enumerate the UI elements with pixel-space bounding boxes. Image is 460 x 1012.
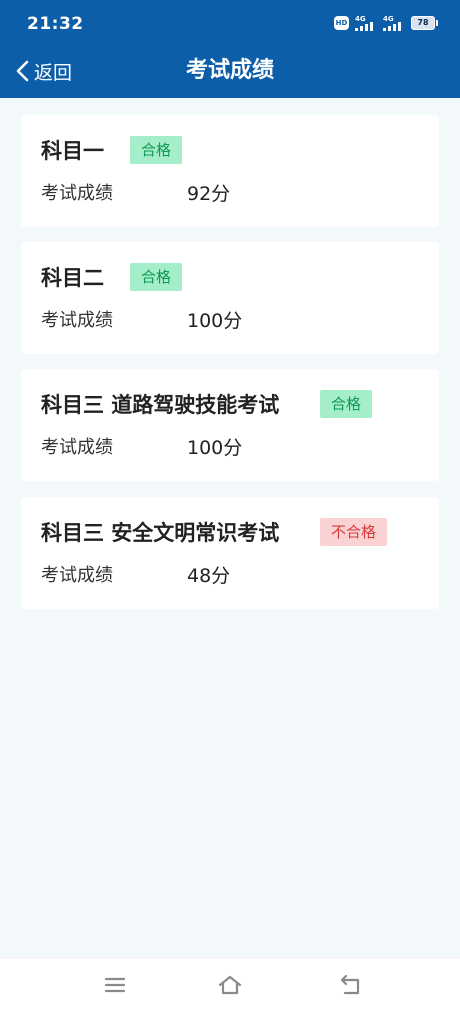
score-label: 考试成绩 [41, 437, 113, 458]
home-icon[interactable] [217, 972, 243, 998]
score-label: 考试成绩 [41, 310, 113, 331]
hd-icon: HD [334, 16, 349, 30]
status-badge: 合格 [320, 390, 373, 418]
battery-icon: 78 [411, 16, 438, 30]
status-icons: HD 4G 4G 78 [334, 15, 438, 31]
app-header: 21:32 HD 4G 4G 78 返回 考试成绩 [0, 0, 460, 98]
result-card-subject-2: 科目二 合格 考试成绩 100分 [21, 242, 439, 354]
status-badge: 合格 [130, 263, 183, 291]
status-badge: 不合格 [320, 518, 388, 546]
subject-title: 科目三 安全文明常识考试 [41, 521, 280, 545]
subject-title: 科目三 道路驾驶技能考试 [41, 393, 280, 417]
score-value: 92分 [187, 183, 231, 205]
status-badge: 合格 [130, 136, 183, 164]
signal-icon: 4G [383, 15, 405, 31]
system-nav-bar [0, 957, 460, 1012]
score-label: 考试成绩 [41, 565, 113, 586]
status-time: 21:32 [27, 14, 84, 34]
result-card-subject-3-driving: 科目三 道路驾驶技能考试 合格 考试成绩 100分 [21, 369, 439, 481]
subject-title: 科目一 [41, 139, 104, 163]
score-value: 48分 [187, 565, 231, 587]
score-label: 考试成绩 [41, 183, 113, 204]
signal-icon: 4G [355, 15, 377, 31]
score-value: 100分 [187, 310, 243, 332]
page-title: 考试成绩 [185, 58, 274, 83]
result-card-subject-1: 科目一 合格 考试成绩 92分 [21, 115, 439, 227]
back-nav-icon[interactable] [338, 972, 364, 998]
menu-icon[interactable] [102, 972, 128, 998]
status-bar: 21:32 HD 4G 4G 78 [0, 0, 460, 46]
result-card-subject-3-safety: 科目三 安全文明常识考试 不合格 考试成绩 48分 [21, 497, 439, 609]
subject-title: 科目二 [41, 266, 104, 290]
score-value: 100分 [187, 437, 243, 459]
